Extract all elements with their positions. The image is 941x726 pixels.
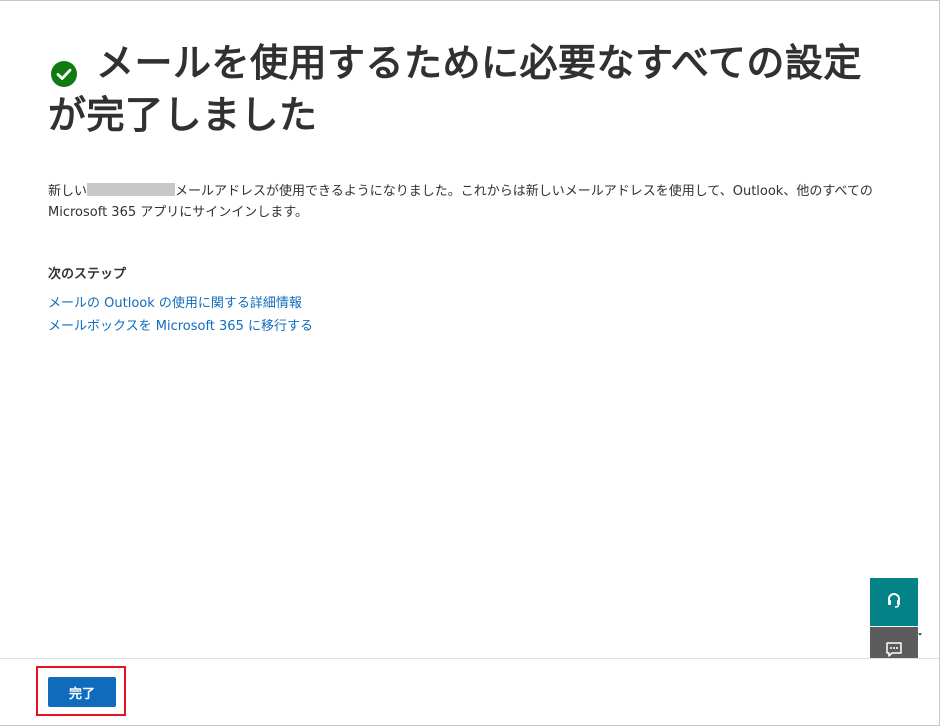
description-start: 新しい <box>48 184 88 199</box>
help-button[interactable] <box>870 578 918 626</box>
page-title: メールを使用するために必要なすべての設定が完了しました <box>48 37 898 141</box>
next-steps-links: メールの Outlook の使用に関する詳細情報 メールボックスを Micros… <box>48 292 898 338</box>
redacted-domain <box>87 183 176 196</box>
main-content: メールを使用するために必要なすべての設定が完了しました 新しい メールアドレスが使… <box>48 37 898 338</box>
page-title-text: メールを使用するために必要なすべての設定が完了しました <box>48 41 862 137</box>
check-circle-icon <box>50 49 78 87</box>
outlook-info-link[interactable]: メールの Outlook の使用に関する詳細情報 <box>48 292 898 315</box>
migrate-mailbox-link[interactable]: メールボックスを Microsoft 365 に移行する <box>48 315 898 338</box>
description: 新しい メールアドレスが使用できるようになりました。これからは新しいメールアドレス… <box>48 181 898 223</box>
panel-collapse-marker <box>918 633 922 636</box>
done-button[interactable]: 完了 <box>48 677 116 707</box>
headset-icon <box>884 590 904 614</box>
footer-bar: 完了 <box>0 658 939 725</box>
next-steps-heading: 次のステップ <box>48 267 127 282</box>
setup-complete-panel: メールを使用するために必要なすべての設定が完了しました 新しい メールアドレスが使… <box>0 0 940 726</box>
